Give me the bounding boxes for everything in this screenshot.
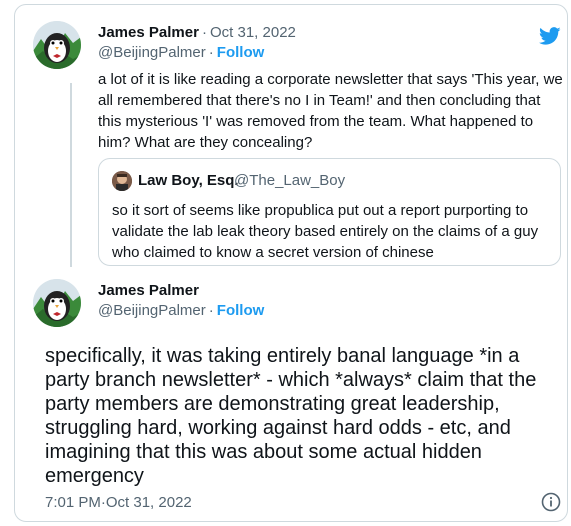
- tweet-text: a lot of it is like reading a corporate …: [98, 71, 563, 151]
- tweet-time: 7:01 PM: [45, 494, 101, 511]
- separator: ·: [208, 302, 214, 319]
- twitter-bird-icon[interactable]: [538, 25, 562, 47]
- tweet-date: Oct 31, 2022: [105, 494, 192, 511]
- separator: ·: [208, 44, 214, 61]
- author-handle[interactable]: @BeijingPalmer: [98, 44, 206, 61]
- author-handle[interactable]: @BeijingPalmer: [98, 302, 206, 319]
- quoted-tweet[interactable]: Law Boy, Esq. @The_Law_Boy so it sort of…: [98, 158, 561, 266]
- thread-connector-line: [70, 83, 72, 267]
- tweet-timestamp[interactable]: 7:01 PM·Oct 31, 2022: [45, 494, 192, 511]
- info-circle-icon[interactable]: [541, 492, 561, 512]
- main-tweet-text: specifically, it was taking entirely ban…: [45, 345, 537, 487]
- avatar[interactable]: [33, 21, 81, 69]
- handle-row: @BeijingPalmer · Follow: [98, 44, 264, 61]
- tweet-embed-card: James Palmer · Oct 31, 2022 @BeijingPalme…: [14, 4, 568, 522]
- avatar[interactable]: [33, 279, 81, 327]
- tweet-date-row: · Oct 31, 2022: [199, 24, 296, 41]
- author-name[interactable]: James Palmer: [98, 24, 199, 41]
- quoted-author-name: Law Boy, Esq.: [138, 172, 239, 189]
- handle-row: @BeijingPalmer · Follow: [98, 302, 264, 319]
- author-name[interactable]: James Palmer: [98, 282, 199, 299]
- follow-button[interactable]: Follow: [217, 44, 265, 61]
- quoted-author-handle: @The_Law_Boy: [234, 172, 346, 189]
- quoted-tweet-text: so it sort of seems like propublica put …: [112, 202, 539, 261]
- separator: ·: [202, 24, 207, 41]
- tweet-date[interactable]: Oct 31, 2022: [210, 24, 296, 41]
- quoted-avatar: [112, 171, 132, 191]
- follow-button[interactable]: Follow: [217, 302, 265, 319]
